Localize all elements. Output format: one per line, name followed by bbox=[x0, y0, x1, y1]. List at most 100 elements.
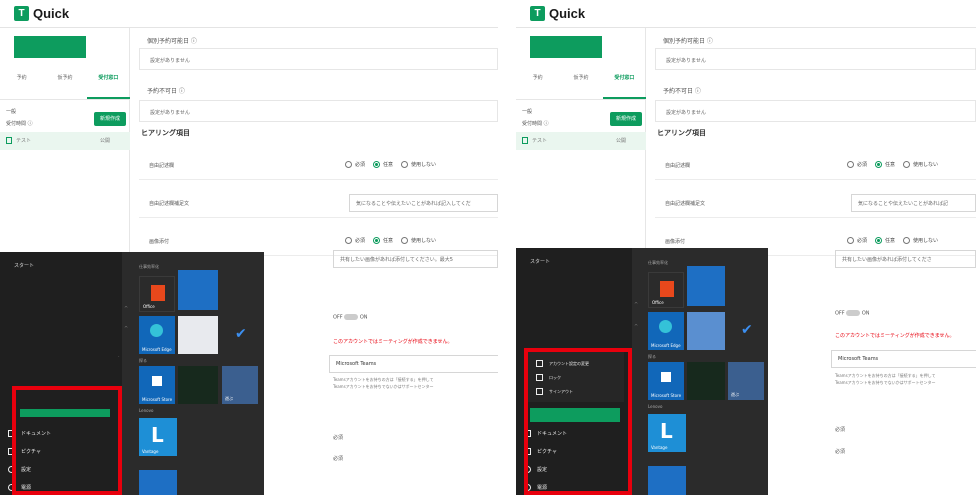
tile-label: 遊ぶ bbox=[731, 392, 739, 397]
teams-select[interactable]: Microsoft Teams bbox=[831, 350, 976, 368]
radio-unused[interactable]: 使用しない bbox=[903, 237, 938, 244]
store-tile[interactable]: Microsoft Store bbox=[648, 362, 684, 400]
chevron-icon: ^ bbox=[124, 306, 129, 312]
highlight-box bbox=[12, 386, 122, 495]
available-box[interactable]: 設定がありません bbox=[655, 48, 976, 70]
toggle-on-label: ON bbox=[359, 314, 368, 321]
radio-required[interactable]: 必須 bbox=[847, 161, 867, 168]
radio-optional[interactable]: 任意 bbox=[373, 161, 393, 168]
radio-label: 必須 bbox=[355, 238, 366, 244]
radio-optional[interactable]: 任意 bbox=[875, 237, 895, 244]
radio-circle-icon bbox=[847, 161, 854, 168]
app-tile[interactable] bbox=[139, 470, 177, 495]
radio-label: 任意 bbox=[383, 238, 394, 244]
edge-tile[interactable]: Microsoft Edge bbox=[648, 312, 684, 350]
new-create-button[interactable]: 新規作成 bbox=[610, 112, 643, 126]
radio-optional[interactable]: 任意 bbox=[373, 237, 393, 244]
available-box[interactable]: 設定がありません bbox=[139, 48, 498, 70]
toggle-on-label: ON bbox=[861, 310, 870, 317]
office-tile[interactable]: Office bbox=[648, 272, 684, 308]
spotify-tile[interactable] bbox=[178, 366, 218, 404]
spotify-tile[interactable] bbox=[687, 362, 725, 400]
radio-optional[interactable]: 任意 bbox=[875, 161, 895, 168]
logo-icon: T bbox=[530, 6, 545, 21]
vantage-tile[interactable]: L Vantage bbox=[139, 418, 177, 456]
tab-reservation[interactable]: 予約 bbox=[516, 58, 559, 99]
left-screenshot: T Quick 予約 仮予約 受付窓口 一般 受付時間 ⓘ 新規作成 テスト 公… bbox=[0, 0, 498, 495]
free-text-input[interactable]: 気になることや伝えたいことがあれば記入してくだ bbox=[349, 194, 498, 212]
general-label[interactable]: 一般 bbox=[6, 108, 16, 115]
free-text-row: 自由記述欄補足文 気になることや伝えたいことがあれば記入してくだ bbox=[139, 188, 498, 218]
image-radios: 必須 任意 使用しない bbox=[345, 237, 436, 244]
photos-tile[interactable] bbox=[687, 312, 725, 350]
unavailable-box[interactable]: 設定がありません bbox=[139, 100, 498, 122]
radio-unused[interactable]: 使用しない bbox=[401, 161, 436, 168]
group-lenovo: Lenovo bbox=[648, 404, 663, 409]
tab-reception-window[interactable]: 受付窓口 bbox=[86, 58, 130, 99]
vantage-tile[interactable]: L Vantage bbox=[648, 414, 686, 452]
checkmark-tile[interactable]: ✔ bbox=[728, 312, 764, 350]
edge-tile[interactable]: Microsoft Edge bbox=[139, 316, 175, 354]
image-text-input[interactable]: 共有したい画像があれば添付してくださ bbox=[835, 250, 976, 268]
teams-note-2: Teamsアカウントをお持ちでないかはサポートセンター bbox=[333, 384, 434, 389]
radio-circle-icon bbox=[903, 161, 911, 168]
free-field-row: 自由記述欄 必須 任意 使用しない bbox=[139, 150, 498, 180]
hearing-section-title: ヒアリング項目 bbox=[657, 129, 706, 137]
checkmark-tile[interactable]: ✔ bbox=[222, 316, 258, 354]
radio-label: 必須 bbox=[355, 162, 366, 168]
store-tile[interactable]: Microsoft Store bbox=[139, 366, 175, 404]
radio-required[interactable]: 必須 bbox=[345, 161, 365, 168]
toggle-group[interactable]: OFF ON bbox=[333, 314, 368, 321]
toggle-group[interactable]: OFF ON bbox=[835, 310, 870, 317]
radio-required[interactable]: 必須 bbox=[345, 237, 365, 244]
app-group-tile[interactable] bbox=[178, 270, 218, 310]
play-tile[interactable]: 遊ぶ bbox=[728, 362, 764, 400]
edge-icon bbox=[150, 324, 163, 337]
vantage-icon: L bbox=[660, 419, 673, 443]
required-label-2: 必須 bbox=[835, 449, 846, 455]
radio-selected-icon bbox=[373, 237, 381, 244]
image-label: 画像添付 bbox=[665, 239, 686, 245]
tile-label: Microsoft Store bbox=[142, 397, 173, 402]
unavailable-value: 設定がありません bbox=[666, 110, 706, 116]
free-field-label: 自由記述欄 bbox=[149, 163, 175, 169]
new-create-button[interactable]: 新規作成 bbox=[94, 112, 127, 126]
tab-reservation[interactable]: 予約 bbox=[0, 58, 43, 99]
app-header: T Quick bbox=[0, 0, 498, 28]
radio-circle-icon bbox=[345, 161, 352, 168]
app-logo[interactable]: T Quick bbox=[14, 6, 69, 21]
radio-circle-icon bbox=[401, 237, 409, 244]
radio-required[interactable]: 必須 bbox=[847, 237, 867, 244]
general-label[interactable]: 一般 bbox=[522, 108, 532, 115]
radio-unused[interactable]: 使用しない bbox=[401, 237, 436, 244]
image-text-input[interactable]: 共有したい画像があれば添付してください。最大5 bbox=[333, 250, 498, 268]
office-tile[interactable]: Office bbox=[139, 276, 175, 312]
photos-tile[interactable] bbox=[178, 316, 218, 354]
app-tile[interactable] bbox=[648, 466, 686, 495]
radio-selected-icon bbox=[875, 161, 883, 168]
unavailable-box[interactable]: 設定がありません bbox=[655, 100, 976, 122]
free-text-input[interactable]: 気になることや伝えたいことがあれば記 bbox=[851, 194, 976, 212]
vantage-icon: L bbox=[151, 423, 164, 447]
logo-icon: T bbox=[14, 6, 29, 21]
play-tile[interactable]: 遊ぶ bbox=[222, 366, 258, 404]
available-title: 個別予約可能日 ⓘ bbox=[147, 38, 197, 45]
group-lenovo: Lenovo bbox=[139, 408, 154, 413]
radio-label: 任意 bbox=[383, 162, 394, 168]
radio-circle-icon bbox=[847, 237, 854, 244]
app-group-tile[interactable] bbox=[687, 266, 725, 306]
item-status: 公開 bbox=[616, 138, 627, 144]
teams-warning: このアカウントではミーティングが作成できません。 bbox=[835, 333, 955, 339]
sidebar-item-test[interactable]: テスト 公開 bbox=[516, 132, 646, 150]
radio-unused[interactable]: 使用しない bbox=[903, 161, 938, 168]
teams-select[interactable]: Microsoft Teams bbox=[329, 355, 498, 373]
tab-reception-window[interactable]: 受付窓口 bbox=[602, 58, 646, 99]
free-field-row: 自由記述欄 必須 任意 使用しない bbox=[655, 150, 976, 180]
tile-label: Microsoft Edge bbox=[651, 343, 681, 348]
office-icon bbox=[660, 281, 674, 297]
app-logo[interactable]: T Quick bbox=[530, 6, 585, 21]
tab-tentative[interactable]: 仮予約 bbox=[43, 58, 86, 99]
tile-label: Office bbox=[652, 300, 664, 305]
sidebar-item-test[interactable]: テスト 公開 bbox=[0, 132, 130, 150]
tab-tentative[interactable]: 仮予約 bbox=[559, 58, 602, 99]
